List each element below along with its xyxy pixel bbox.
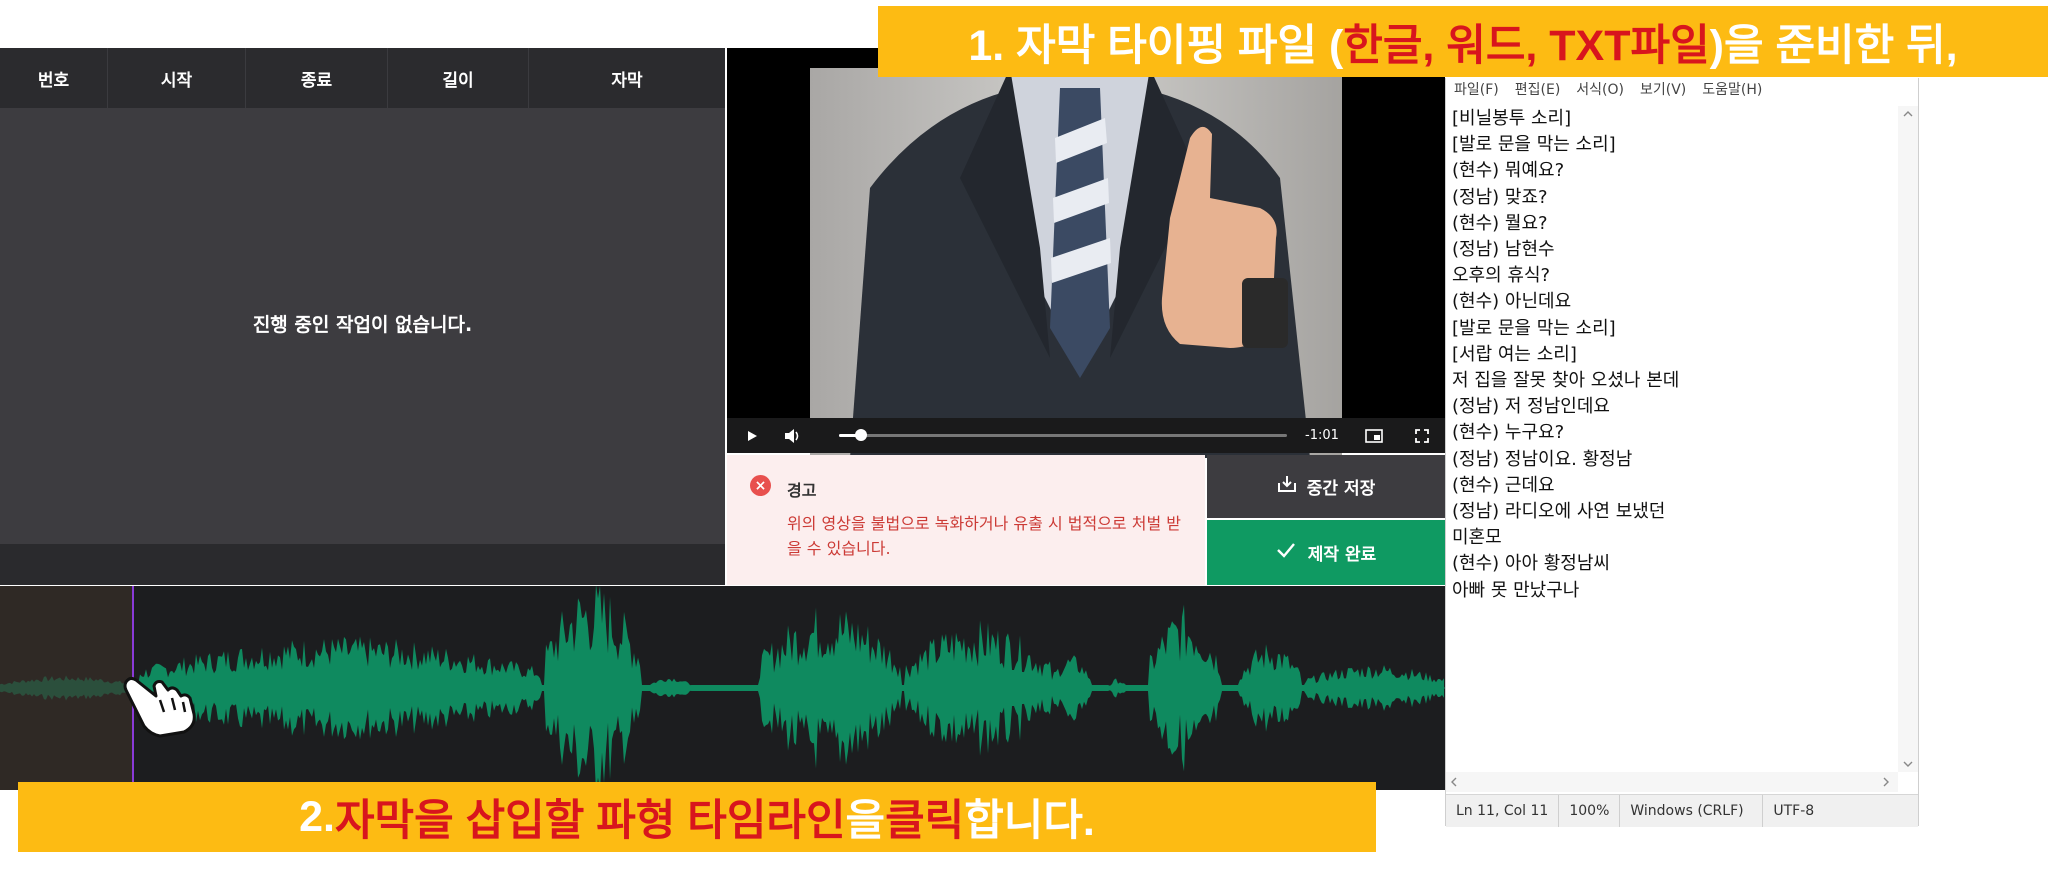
complete-production-button[interactable]: 제작 완료 (1207, 520, 1445, 585)
video-thumbnail-image (810, 68, 1342, 458)
line-ending: Windows (CRLF) (1620, 795, 1764, 827)
vertical-scrollbar[interactable] (1898, 106, 1918, 772)
instruction-banner-step-1: 1. 자막 타이핑 파일 (한글, 워드, TXT파일)을 준비한 뒤, (878, 6, 2048, 77)
text-line: [발로 문을 막는 소리] (1452, 134, 1616, 156)
menu-format[interactable]: 서식(O) (1568, 78, 1632, 103)
seek-bar[interactable] (839, 429, 1287, 441)
menu-view[interactable]: 보기(V) (1632, 78, 1694, 103)
play-icon[interactable] (737, 418, 767, 453)
text-line: (정남) 맞죠? (1452, 186, 1548, 208)
subtitle-table-header: 번호 시작 종료 길이 자막 (0, 48, 725, 108)
text-line: (정남) 정남이요. 황정남 (1452, 448, 1633, 470)
panel-footer (0, 544, 725, 585)
notepad-text-area[interactable]: [비닐봉투 소리] [발로 문을 막는 소리] (현수) 뭐예요? (정남) 맞… (1452, 106, 1892, 604)
banner2-highlight-2: 클릭 (885, 797, 965, 845)
column-header-number[interactable]: 번호 (0, 48, 108, 108)
banner1-highlight: 한글, 워드, TXT파일 (1343, 21, 1710, 70)
scroll-down-icon (1903, 761, 1913, 767)
text-line: (현수) 누구요? (1452, 422, 1565, 444)
played-region-overlay (0, 586, 133, 790)
banner2-prefix: 2. (299, 792, 335, 841)
notepad-menu-bar: 파일(F) 편집(E) 서식(O) 보기(V) 도움말(H) (1446, 78, 1918, 103)
error-icon: × (750, 475, 771, 496)
waveform-graphic (0, 586, 1445, 790)
text-line: (정남) 남현수 (1452, 239, 1555, 261)
column-header-subtitle[interactable]: 자막 (529, 48, 725, 108)
warning-title: 경고 (787, 481, 817, 500)
text-line: (정남) 저 정남인데요 (1452, 396, 1610, 418)
warning-message: 위의 영상을 불법으로 녹화하거나 유출 시 법적으로 처벌 받을 수 있습니다… (787, 514, 1181, 558)
banner2-suffix: 합니다. (964, 797, 1095, 845)
text-line: (정남) 라디오에 사연 보냈던 (1452, 501, 1666, 523)
save-icon (1277, 475, 1297, 498)
text-line: 아빠 못 만났구나 (1452, 579, 1580, 601)
banner1-suffix: )을 준비한 뒤, (1709, 21, 1958, 70)
scroll-up-icon (1903, 111, 1913, 117)
text-line: 저 집을 잘못 찾아 오셨나 본데 (1452, 370, 1680, 392)
video-player[interactable] (727, 48, 1445, 458)
save-button-label: 중간 저장 (1306, 479, 1376, 499)
volume-icon[interactable] (777, 418, 807, 453)
pointer-hand-icon (120, 668, 200, 738)
text-line: (현수) 근데요 (1452, 474, 1555, 496)
zoom-level: 100% (1559, 795, 1621, 827)
text-line: 미혼모 (1452, 527, 1502, 549)
text-line: (현수) 아닌데요 (1452, 291, 1572, 313)
horizontal-scrollbar[interactable] (1446, 772, 1898, 792)
notepad-status-bar: Ln 11, Col 11 100% Windows (CRLF) UTF-8 (1446, 794, 1918, 827)
empty-state-message: 진행 중인 작업이 없습니다. (252, 314, 473, 336)
text-line: (현수) 아아 황정남씨 (1452, 553, 1610, 575)
text-line: [서랍 여는 소리] (1452, 343, 1577, 365)
notepad-window: 파일(F) 편집(E) 서식(O) 보기(V) 도움말(H) [비닐봉투 소리]… (1445, 78, 1919, 827)
text-line: [발로 문을 막는 소리] (1452, 317, 1616, 339)
text-line: [비닐봉투 소리] (1452, 108, 1572, 129)
time-remaining: -1:01 (1305, 428, 1339, 443)
waveform-timeline[interactable] (0, 586, 1445, 790)
text-encoding: UTF-8 (1773, 803, 1815, 819)
cursor-position: Ln 11, Col 11 (1446, 795, 1560, 827)
column-header-end[interactable]: 종료 (246, 48, 388, 108)
warning-notice: × 경고 위의 영상을 불법으로 녹화하거나 유출 시 법적으로 처벌 받을 수… (727, 455, 1205, 585)
instruction-banner-step-2: 2. 자막을 삽입할 파형 타임라인 을 클릭 합니다. (18, 782, 1376, 852)
text-line: (현수) 뭐예요? (1452, 160, 1565, 182)
banner1-prefix: 1. 자막 타이핑 파일 ( (968, 21, 1344, 70)
text-line: (현수) 뭘요? (1452, 212, 1548, 234)
checkmark-icon (1276, 542, 1296, 563)
menu-file[interactable]: 파일(F) (1446, 78, 1507, 103)
done-button-label: 제작 완료 (1307, 545, 1377, 565)
fullscreen-icon[interactable] (1407, 418, 1437, 453)
column-header-length[interactable]: 길이 (388, 48, 529, 108)
scroll-left-icon (1451, 777, 1457, 787)
player-controls: -1:01 (727, 418, 1445, 453)
picture-in-picture-icon[interactable] (1359, 418, 1389, 453)
video-frame (810, 68, 1342, 458)
column-header-start[interactable]: 시작 (108, 48, 246, 108)
subtitle-list-panel: 번호 시작 종료 길이 자막 진행 중인 작업이 없습니다. (0, 48, 725, 585)
seek-bar-thumb[interactable] (855, 429, 868, 441)
scroll-right-icon (1883, 777, 1889, 787)
intermediate-save-button[interactable]: 중간 저장 (1207, 455, 1445, 518)
banner2-highlight-1: 자막을 삽입할 파형 타임라인 (334, 797, 846, 845)
menu-edit[interactable]: 편집(E) (1507, 78, 1569, 103)
banner2-mid: 을 (845, 797, 886, 845)
menu-help[interactable]: 도움말(H) (1694, 78, 1770, 103)
text-line: 오후의 휴식? (1452, 265, 1551, 287)
